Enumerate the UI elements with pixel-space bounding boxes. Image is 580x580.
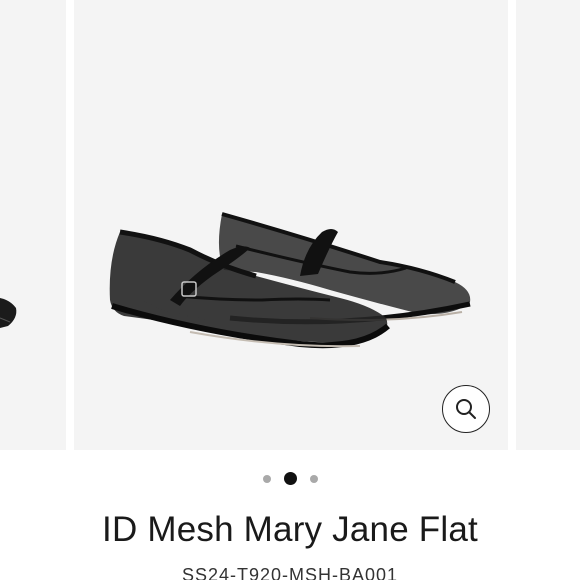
magnifier-icon [456, 399, 476, 419]
pagination-dot-3[interactable] [309, 474, 318, 483]
product-title: ID Mesh Mary Jane Flat [102, 510, 478, 549]
gallery-pagination [0, 472, 580, 485]
product-sku: SS24-T920-MSH-BA001 [181, 565, 399, 580]
pagination-dot-1[interactable] [262, 474, 271, 483]
pagination-dot-2-active[interactable] [283, 472, 297, 485]
previous-shoe-image [0, 298, 17, 328]
product-page: ID Mesh Mary Jane Flat SS24-T920-MSH-BA0… [0, 0, 580, 580]
product-image [0, 212, 471, 349]
zoom-button[interactable] [442, 385, 490, 433]
